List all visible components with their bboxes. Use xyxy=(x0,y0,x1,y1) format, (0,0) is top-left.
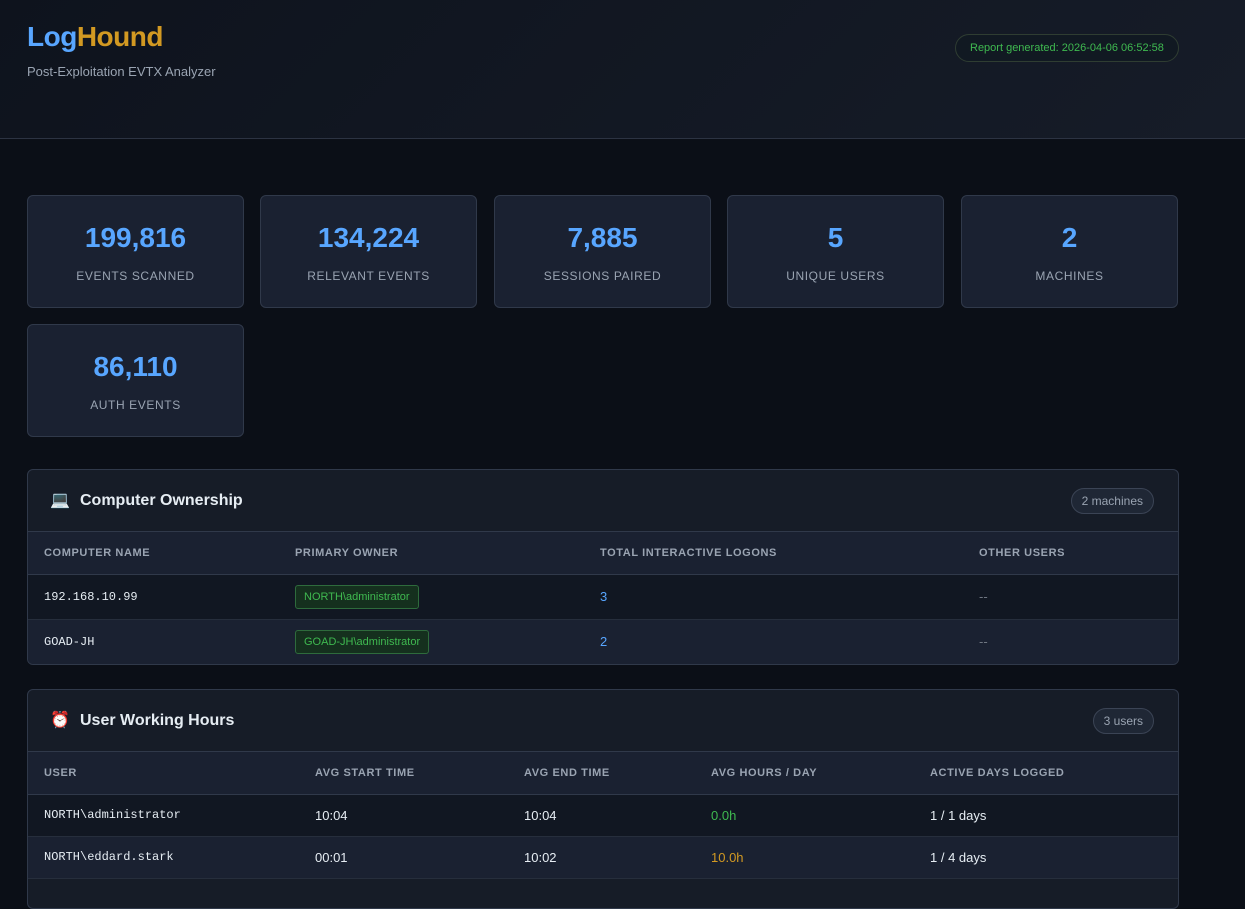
stat-label: SESSIONS PAIRED xyxy=(543,269,662,283)
owner-cell: GOAD-JH\administrator xyxy=(279,619,584,664)
stat-value: 134,224 xyxy=(317,222,420,253)
working-hours-table: USER AVG START TIME AVG END TIME AVG HOU… xyxy=(28,752,1178,879)
column-header[interactable]: AVG END TIME xyxy=(508,752,695,795)
report-generated-badge: Report generated: 2026-04-06 06:52:58 xyxy=(955,34,1179,62)
computer-name: GOAD-JH xyxy=(28,619,279,664)
stat-card-unique-users: 5 UNIQUE USERS xyxy=(727,195,944,308)
app-logo: LogHound xyxy=(27,21,163,53)
alarm-clock-icon: ⏰ xyxy=(50,712,70,729)
panel-title: ⏰ User Working Hours xyxy=(50,710,234,730)
table-row[interactable]: NORTH\administrator 10:04 10:04 0.0h 1 /… xyxy=(28,794,1178,837)
avg-hours: 0.0h xyxy=(695,794,914,837)
column-header[interactable]: COMPUTER NAME xyxy=(28,532,279,575)
stat-value: 199,816 xyxy=(84,222,187,253)
avg-hours: 10.0h xyxy=(695,836,914,879)
stat-card-sessions-paired: 7,885 SESSIONS PAIRED xyxy=(494,195,711,308)
column-header[interactable]: TOTAL INTERACTIVE LOGONS xyxy=(584,532,963,575)
stat-label: MACHINES xyxy=(1035,269,1104,283)
other-users: -- xyxy=(963,619,1178,664)
column-header[interactable]: PRIMARY OWNER xyxy=(279,532,584,575)
table-row[interactable]: GOAD-JH GOAD-JH\administrator 2 -- xyxy=(28,619,1178,664)
panel-title-text: Computer Ownership xyxy=(80,492,243,509)
user-count-badge: 3 users xyxy=(1092,708,1154,734)
avg-end-time: 10:02 xyxy=(508,836,695,879)
page-header: LogHound Post-Exploitation EVTX Analyzer… xyxy=(0,0,1245,139)
column-header[interactable]: USER xyxy=(28,752,299,795)
table-row[interactable]: 192.168.10.99 NORTH\administrator 3 -- xyxy=(28,574,1178,620)
owner-badge: GOAD-JH\administrator xyxy=(295,629,430,654)
table-header-row: USER AVG START TIME AVG END TIME AVG HOU… xyxy=(28,752,1178,795)
logon-count: 3 xyxy=(584,574,963,620)
app-subtitle: Post-Exploitation EVTX Analyzer xyxy=(27,64,216,79)
user-name: NORTH\eddard.stark xyxy=(28,836,299,879)
avg-start-time: 10:04 xyxy=(299,794,508,837)
stat-value: 7,885 xyxy=(567,222,638,253)
column-header[interactable]: AVG START TIME xyxy=(299,752,508,795)
stat-value: 86,110 xyxy=(93,351,178,382)
stat-card-auth-events: 86,110 AUTH EVENTS xyxy=(27,324,244,437)
computer-ownership-panel: 💻 Computer Ownership 2 machines COMPUTER … xyxy=(27,469,1179,665)
column-header[interactable]: ACTIVE DAYS LOGGED xyxy=(914,752,1178,795)
panel-title-text: User Working Hours xyxy=(80,712,235,729)
panel-title: 💻 Computer Ownership xyxy=(50,490,243,510)
column-header[interactable]: AVG HOURS / DAY xyxy=(695,752,914,795)
stat-card-relevant-events: 134,224 RELEVANT EVENTS xyxy=(260,195,477,308)
laptop-icon: 💻 xyxy=(50,492,70,509)
stat-label: AUTH EVENTS xyxy=(90,398,181,412)
stat-value: 2 xyxy=(1061,222,1078,253)
logon-count: 2 xyxy=(584,619,963,664)
stat-value: 5 xyxy=(827,222,844,253)
active-days: 1 / 4 days xyxy=(914,836,1178,879)
stat-card-events-scanned: 199,816 EVENTS SCANNED xyxy=(27,195,244,308)
logo-log: Log xyxy=(27,21,77,52)
stat-label: EVENTS SCANNED xyxy=(76,269,195,283)
stat-label: UNIQUE USERS xyxy=(786,269,885,283)
stat-label: RELEVANT EVENTS xyxy=(307,269,430,283)
panel-header: 💻 Computer Ownership 2 machines xyxy=(28,470,1178,532)
avg-end-time: 10:04 xyxy=(508,794,695,837)
computer-name: 192.168.10.99 xyxy=(28,574,279,620)
column-header[interactable]: OTHER USERS xyxy=(963,532,1178,575)
computer-ownership-table: COMPUTER NAME PRIMARY OWNER TOTAL INTERA… xyxy=(28,532,1178,664)
panel-header: ⏰ User Working Hours 3 users xyxy=(28,690,1178,752)
machine-count-badge: 2 machines xyxy=(1070,488,1154,514)
user-working-hours-panel: ⏰ User Working Hours 3 users USER AVG STA… xyxy=(27,689,1179,909)
owner-cell: NORTH\administrator xyxy=(279,574,584,620)
other-users: -- xyxy=(963,574,1178,620)
active-days: 1 / 1 days xyxy=(914,794,1178,837)
table-row[interactable]: NORTH\eddard.stark 00:01 10:02 10.0h 1 /… xyxy=(28,836,1178,879)
avg-start-time: 00:01 xyxy=(299,836,508,879)
user-name: NORTH\administrator xyxy=(28,794,299,837)
table-header-row: COMPUTER NAME PRIMARY OWNER TOTAL INTERA… xyxy=(28,532,1178,575)
owner-badge: NORTH\administrator xyxy=(295,584,419,609)
stat-card-machines: 2 MACHINES xyxy=(961,195,1178,308)
logo-hound: Hound xyxy=(76,21,164,52)
